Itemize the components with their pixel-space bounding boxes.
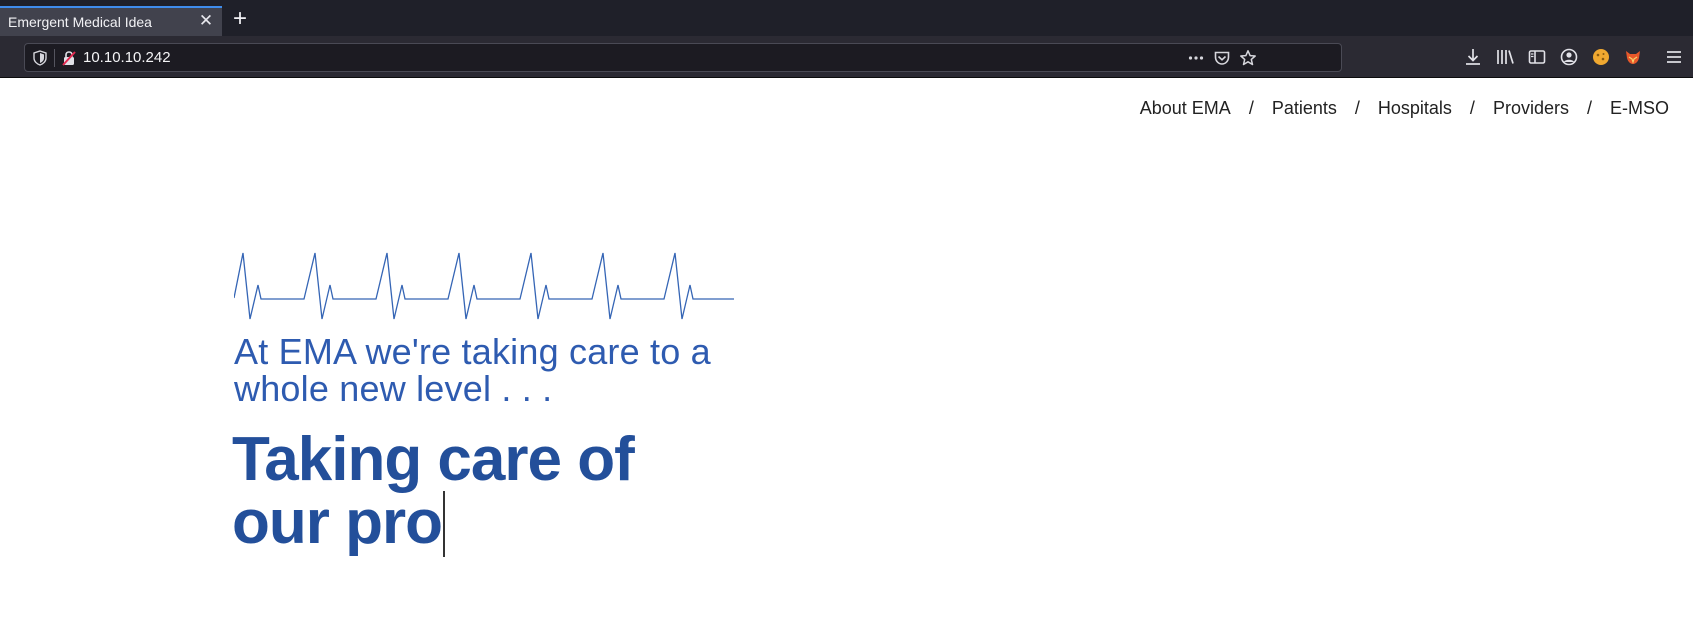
nav-separator: / — [1586, 98, 1592, 118]
headline-line-1: Taking care of — [232, 425, 635, 494]
tab-title: Emergent Medical Idea — [8, 14, 152, 30]
heartbeat-line — [234, 252, 734, 320]
urlbar-divider — [54, 49, 55, 67]
bookmark-star-icon[interactable] — [1239, 49, 1257, 67]
download-icon[interactable] — [1463, 47, 1483, 67]
sidebar-icon[interactable] — [1527, 47, 1547, 67]
pocket-icon[interactable] — [1213, 49, 1231, 67]
plus-icon[interactable]: + — [228, 7, 252, 32]
account-icon[interactable] — [1559, 47, 1579, 67]
close-icon[interactable]: ✕ — [196, 11, 216, 31]
nav-link-hospitals[interactable]: Hospitals — [1378, 98, 1452, 119]
fox-extension-icon[interactable] — [1623, 47, 1643, 67]
browser-tab[interactable]: Emergent Medical Idea ✕ — [0, 6, 222, 36]
nav-link-e-mso[interactable]: E-MSO — [1610, 98, 1669, 119]
address-bar[interactable]: 10.10.10.242 — [24, 43, 1342, 72]
tagline-line-1: At EMA we're taking care to a — [234, 331, 711, 372]
nav-separator: / — [1469, 98, 1475, 118]
nav-link-patients[interactable]: Patients — [1272, 98, 1337, 119]
heartbeat-line-graphic — [234, 252, 734, 320]
more-icon[interactable] — [1187, 49, 1205, 67]
browser-tab-bar: Emergent Medical Idea ✕ + — [0, 0, 1693, 36]
nav-link-about-ema[interactable]: About EMA — [1140, 98, 1231, 119]
nav-separator: / — [1248, 98, 1254, 118]
insecure-lock-icon[interactable] — [61, 50, 77, 66]
nav-separator: / — [1354, 98, 1360, 118]
nav-link-providers[interactable]: Providers — [1493, 98, 1569, 119]
headline-line-2-wrap: our pro — [232, 491, 792, 557]
library-icon[interactable] — [1495, 47, 1515, 67]
hero-headline: Taking care of our pro — [232, 428, 792, 557]
browser-toolbar: 10.10.10.242 — [0, 36, 1693, 78]
cookie-extension-icon[interactable] — [1591, 47, 1611, 67]
menu-icon[interactable] — [1664, 47, 1684, 67]
shield-icon[interactable] — [33, 50, 47, 66]
typing-cursor — [442, 491, 445, 557]
url-text[interactable]: 10.10.10.242 — [83, 49, 171, 66]
headline-line-2: our pro — [232, 488, 443, 557]
page-content: About EMA / Patients / Hospitals / Provi… — [0, 78, 1693, 624]
site-navigation: About EMA / Patients / Hospitals / Provi… — [1140, 98, 1669, 119]
tagline-line-2: whole new level . . . — [234, 368, 553, 409]
hero-tagline: At EMA we're taking care to a whole new … — [234, 333, 754, 407]
